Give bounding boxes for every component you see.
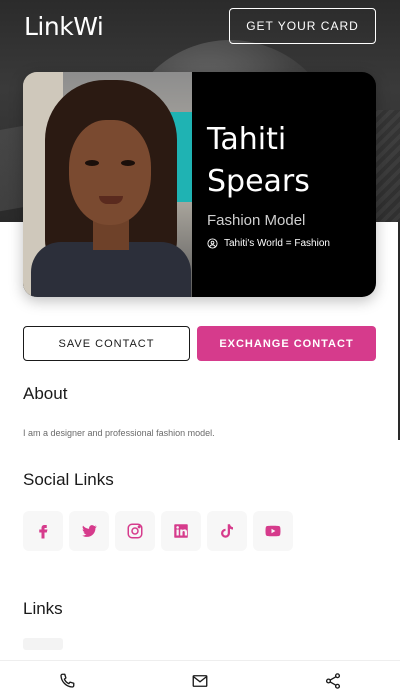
about-heading: About	[23, 384, 68, 403]
profile-card: Tahiti Spears Fashion Model Tahiti's Wor…	[23, 72, 376, 297]
call-button[interactable]	[45, 661, 89, 700]
profile-info: Tahiti Spears Fashion Model Tahiti's Wor…	[207, 72, 372, 297]
brand-logo[interactable]: LinkWi	[24, 12, 104, 41]
link-item-placeholder	[23, 638, 63, 650]
profile-first-name: Tahiti	[207, 122, 287, 157]
phone-icon	[59, 673, 75, 688]
social-link-facebook[interactable]	[23, 511, 63, 551]
linkedin-icon	[174, 524, 188, 538]
social-link-linkedin[interactable]	[161, 511, 201, 551]
youtube-icon	[265, 525, 281, 537]
tiktok-icon	[221, 524, 233, 538]
email-button[interactable]	[178, 661, 222, 700]
share-button[interactable]	[311, 661, 355, 700]
links-heading: Links	[23, 599, 63, 618]
profile-title: Fashion Model	[207, 212, 306, 229]
exchange-contact-button[interactable]: EXCHANGE CONTACT	[197, 326, 376, 361]
facebook-icon	[39, 525, 48, 539]
social-link-twitter[interactable]	[69, 511, 109, 551]
bottom-nav	[0, 660, 400, 700]
mail-icon	[192, 674, 208, 687]
profile-photo	[23, 72, 192, 297]
social-link-youtube[interactable]	[253, 511, 293, 551]
instagram-icon	[127, 523, 143, 539]
share-icon	[326, 672, 341, 689]
profile-organization: Tahiti's World = Fashion	[207, 238, 330, 249]
twitter-icon	[82, 525, 97, 537]
user-circle-icon	[207, 238, 218, 249]
profile-last-name: Spears	[207, 164, 310, 199]
save-contact-button[interactable]: SAVE CONTACT	[23, 326, 190, 361]
get-your-card-button[interactable]: GET YOUR CARD	[229, 8, 376, 44]
social-links-heading: Social Links	[23, 470, 114, 489]
social-link-tiktok[interactable]	[207, 511, 247, 551]
social-links-list	[23, 511, 293, 551]
about-text: I am a designer and professional fashion…	[23, 428, 215, 438]
organization-label: Tahiti's World = Fashion	[224, 238, 330, 249]
social-link-instagram[interactable]	[115, 511, 155, 551]
